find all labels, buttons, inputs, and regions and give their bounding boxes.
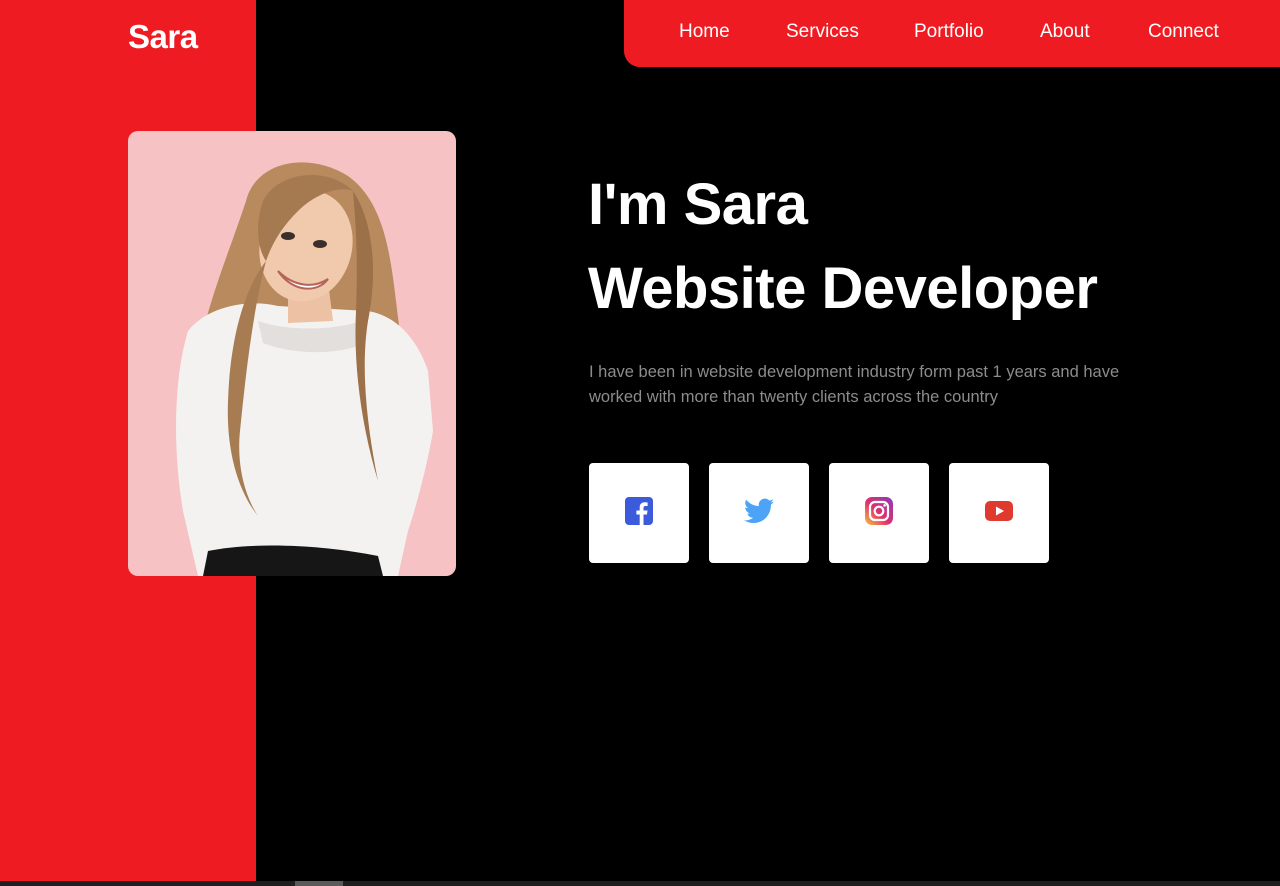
facebook-button[interactable] <box>589 463 689 563</box>
profile-photo <box>128 131 456 576</box>
horizontal-scrollbar[interactable] <box>0 881 1280 886</box>
instagram-button[interactable] <box>829 463 929 563</box>
nav-portfolio[interactable]: Portfolio <box>914 21 984 43</box>
youtube-button[interactable] <box>949 463 1049 563</box>
hero-role: Website Developer <box>588 256 1098 321</box>
top-navbar: Home Services Portfolio About Connect <box>624 0 1280 67</box>
hero-greeting: I'm Sara <box>588 172 808 237</box>
hero-bio: I have been in website development indus… <box>589 362 1120 406</box>
twitter-button[interactable] <box>709 463 809 563</box>
landing-page: Sara Home Services Portfolio About Conne… <box>0 0 1280 886</box>
twitter-icon <box>744 498 774 529</box>
nav-services[interactable]: Services <box>786 21 859 43</box>
nav-about[interactable]: About <box>1040 21 1090 43</box>
social-links <box>589 463 1049 563</box>
facebook-icon <box>625 496 653 530</box>
brand-logo[interactable]: Sara <box>128 18 198 56</box>
youtube-icon <box>985 500 1013 526</box>
nav-home[interactable]: Home <box>679 21 730 43</box>
nav-connect[interactable]: Connect <box>1148 21 1219 43</box>
hero-heading: I'm Sara Website Developer <box>588 163 1098 331</box>
instagram-icon <box>865 496 893 530</box>
scrollbar-thumb[interactable] <box>295 881 343 886</box>
